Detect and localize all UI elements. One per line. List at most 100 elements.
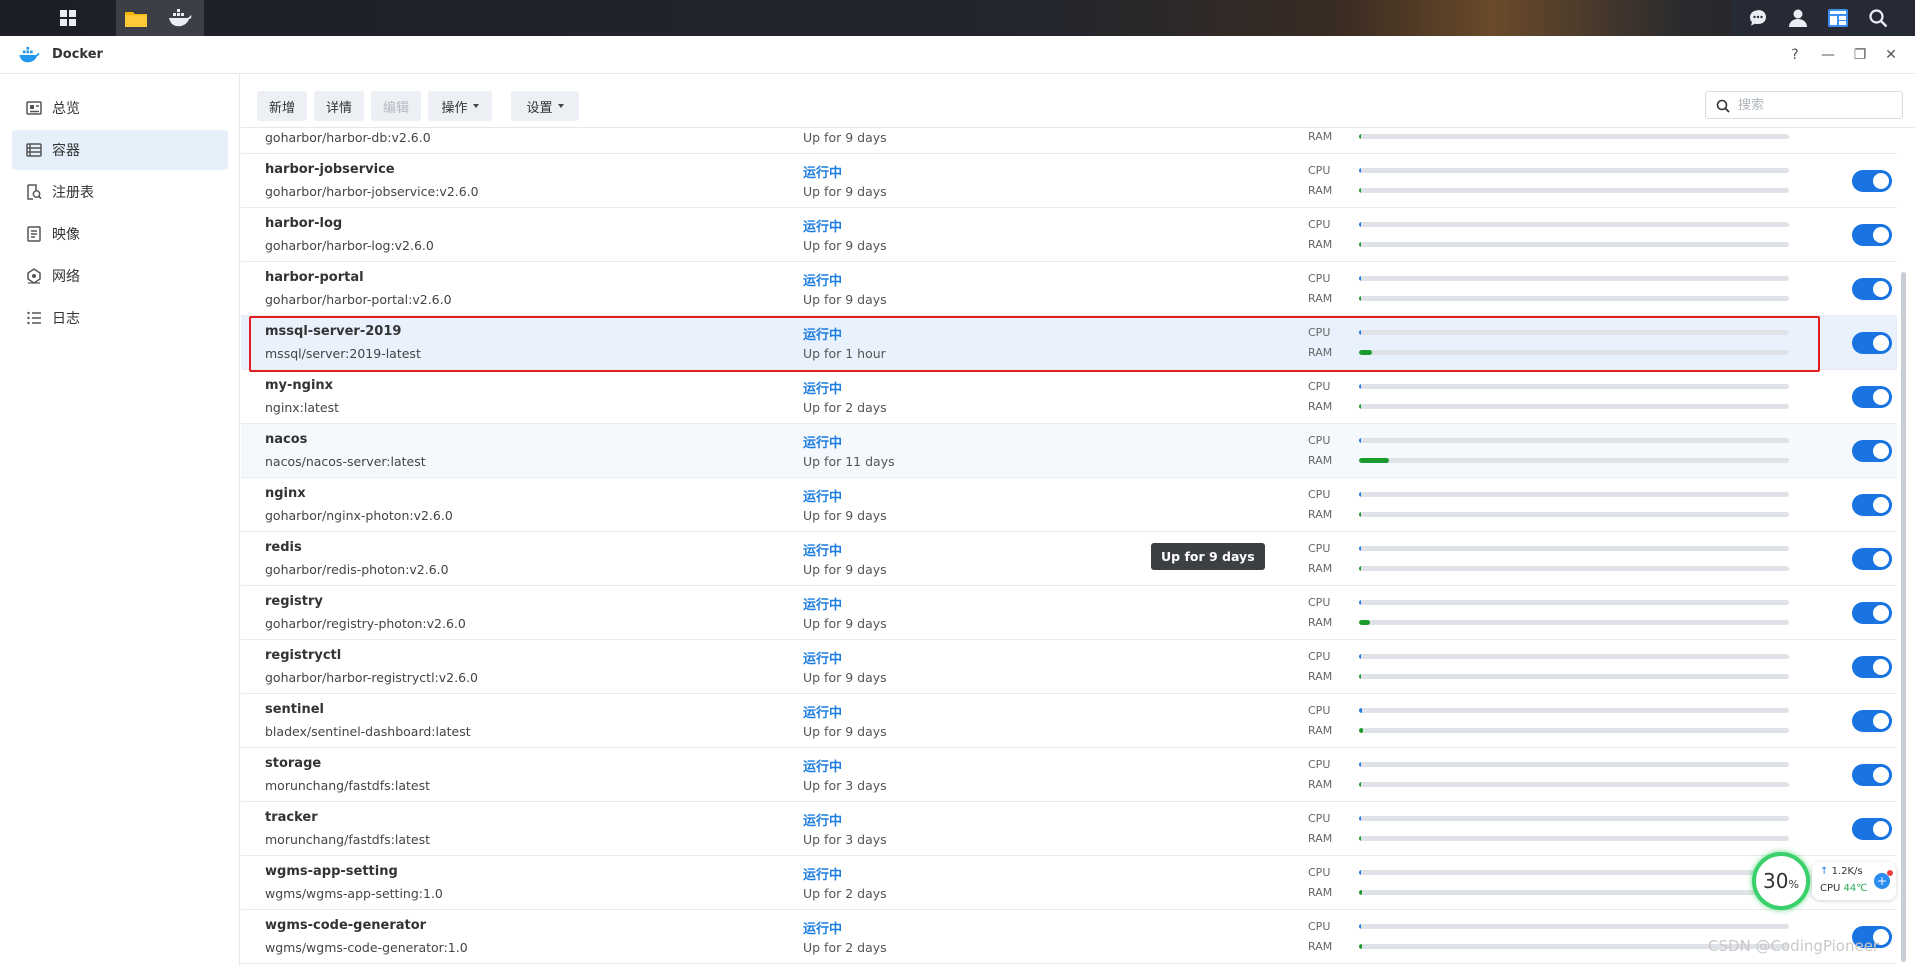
ram-usage-bar: [1359, 458, 1789, 463]
container-row[interactable]: mssql-server-2019mssql/server:2019-lates…: [241, 316, 1897, 370]
cpu-temp-value: 44℃: [1844, 883, 1868, 894]
sidebar: 总览 容器 注册表 映像 网络 日志: [0, 74, 240, 966]
cpu-usage-fill: [1359, 708, 1362, 713]
container-row[interactable]: harbor-jobservicegoharbor/harbor-jobserv…: [241, 154, 1897, 208]
container-row[interactable]: nacosnacos/nacos-server:latest运行中Up for …: [241, 424, 1897, 478]
cpu-label: CPU: [1308, 272, 1330, 285]
container-icon: [26, 142, 42, 158]
container-run-toggle[interactable]: [1852, 764, 1892, 786]
cpu-label: CPU: [1308, 164, 1330, 177]
sidebar-item-image[interactable]: 映像: [12, 214, 228, 254]
cpu-usage-bar: [1359, 924, 1789, 929]
container-name: nginx: [265, 486, 306, 501]
container-uptime: Up for 2 days: [803, 940, 887, 955]
user-icon: [1788, 8, 1808, 28]
ram-label: RAM: [1308, 130, 1332, 143]
settings-dropdown-button[interactable]: 设置: [511, 91, 579, 121]
container-run-toggle[interactable]: [1852, 332, 1892, 354]
help-button[interactable]: ?: [1784, 44, 1806, 66]
cpu-label: CPU: [1308, 920, 1330, 933]
container-row[interactable]: sentinelbladex/sentinel-dashboard:latest…: [241, 694, 1897, 748]
restore-button[interactable]: ❐: [1849, 44, 1871, 66]
container-uptime: Up for 3 days: [803, 778, 887, 793]
container-row[interactable]: nginxgoharbor/nginx-photon:v2.6.0运行中Up f…: [241, 478, 1897, 532]
widgets-icon: [1827, 8, 1849, 28]
network-icon: [26, 268, 42, 284]
cpu-label: CPU: [1308, 542, 1330, 555]
cpu-usage-fill: [1359, 384, 1361, 389]
user-button[interactable]: [1778, 0, 1818, 36]
container-uptime: Up for 9 days: [803, 130, 887, 145]
container-image: bladex/sentinel-dashboard:latest: [265, 724, 471, 739]
container-run-toggle[interactable]: [1852, 278, 1892, 300]
container-status: 运行中: [803, 864, 842, 883]
container-uptime: Up for 11 days: [803, 454, 895, 469]
container-row[interactable]: redisgoharbor/redis-photon:v2.6.0运行中Up f…: [241, 532, 1897, 586]
sidebar-item-registry[interactable]: 注册表: [12, 172, 228, 212]
action-dropdown-button[interactable]: 操作: [428, 91, 492, 121]
sidebar-item-container[interactable]: 容器: [12, 130, 228, 170]
container-name: storage: [265, 756, 321, 771]
container-run-toggle[interactable]: [1852, 656, 1892, 678]
action-button-label: 操作: [441, 97, 467, 116]
container-run-toggle[interactable]: [1852, 440, 1892, 462]
global-search-button[interactable]: [1858, 0, 1898, 36]
search-box[interactable]: [1705, 91, 1903, 119]
container-row[interactable]: registryctlgoharbor/harbor-registryctl:v…: [241, 640, 1897, 694]
ram-usage-fill: [1359, 620, 1370, 625]
container-run-toggle[interactable]: [1852, 548, 1892, 570]
minimize-button[interactable]: —: [1817, 44, 1839, 66]
main-menu-button[interactable]: [48, 0, 88, 36]
container-row[interactable]: trackermorunchang/fastdfs:latest运行中Up fo…: [241, 802, 1897, 856]
container-run-toggle[interactable]: [1852, 170, 1892, 192]
scrollbar-track[interactable]: [1897, 129, 1915, 966]
docker-taskbar-button[interactable]: [160, 0, 200, 36]
container-row[interactable]: my-nginxnginx:latest运行中Up for 2 daysCPUR…: [241, 370, 1897, 424]
container-uptime: Up for 9 days: [803, 508, 887, 523]
overview-icon: [26, 100, 42, 116]
container-row[interactable]: storagemorunchang/fastdfs:latest运行中Up fo…: [241, 748, 1897, 802]
new-button[interactable]: 新增: [257, 91, 307, 121]
container-image: goharbor/registry-photon:v2.6.0: [265, 616, 466, 631]
widgets-button[interactable]: [1818, 0, 1858, 36]
container-run-toggle[interactable]: [1852, 224, 1892, 246]
chat-button[interactable]: [1738, 0, 1778, 36]
scrollbar-thumb[interactable]: [1901, 272, 1906, 962]
container-row[interactable]: wgms-app-settingwgms/wgms-app-setting:1.…: [241, 856, 1897, 910]
ram-usage-bar: [1359, 188, 1789, 193]
cpu-label: CPU: [1308, 488, 1330, 501]
container-row[interactable]: wgms-code-generatorwgms/wgms-code-genera…: [241, 910, 1897, 964]
performance-widget[interactable]: 30% ↑ 1.2K/s CPU 44℃ +: [1752, 850, 1897, 910]
file-station-button[interactable]: [116, 0, 156, 36]
registry-icon: [26, 184, 42, 200]
minimize-icon: —: [1821, 47, 1835, 63]
edit-button[interactable]: 编辑: [371, 91, 421, 121]
cpu-usage-bar: [1359, 762, 1789, 767]
window-titlebar[interactable]: Docker ? — ❐ ✕: [0, 36, 1915, 74]
container-run-toggle[interactable]: [1852, 494, 1892, 516]
close-button[interactable]: ✕: [1880, 44, 1902, 66]
network-speed-value: 1.2K/s: [1832, 866, 1863, 877]
details-button[interactable]: 详情: [314, 91, 364, 121]
container-run-toggle[interactable]: [1852, 602, 1892, 624]
ram-label: RAM: [1308, 886, 1332, 899]
cpu-usage-fill: [1359, 546, 1361, 551]
cpu-label: CPU: [1308, 758, 1330, 771]
container-row[interactable]: harbor-loggoharbor/harbor-log:v2.6.0运行中U…: [241, 208, 1897, 262]
container-run-toggle[interactable]: [1852, 386, 1892, 408]
toggle-knob: [1873, 551, 1889, 567]
ram-usage-fill: [1359, 890, 1362, 895]
container-list[interactable]: goharbor/harbor-db:v2.6.0Up for 9 daysRA…: [241, 129, 1897, 966]
container-row[interactable]: registrygoharbor/registry-photon:v2.6.0运…: [241, 586, 1897, 640]
container-run-toggle[interactable]: [1852, 710, 1892, 732]
sidebar-item-log[interactable]: 日志: [12, 298, 228, 338]
sidebar-item-network[interactable]: 网络: [12, 256, 228, 296]
container-row[interactable]: goharbor/harbor-db:v2.6.0Up for 9 daysRA…: [241, 129, 1897, 154]
search-icon: [1716, 99, 1730, 113]
search-input[interactable]: [1738, 95, 1888, 115]
sidebar-item-overview[interactable]: 总览: [12, 88, 228, 128]
edit-button-label: 编辑: [383, 97, 409, 116]
cpu-usage-bar: [1359, 870, 1789, 875]
container-row[interactable]: harbor-portalgoharbor/harbor-portal:v2.6…: [241, 262, 1897, 316]
container-run-toggle[interactable]: [1852, 818, 1892, 840]
